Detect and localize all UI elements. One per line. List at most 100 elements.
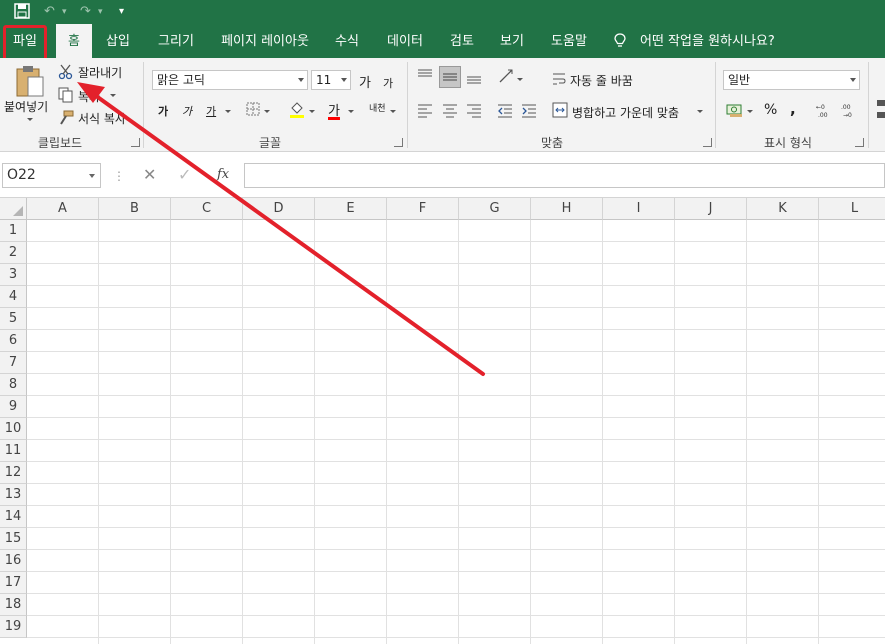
tell-me-search[interactable]: 어떤 작업을 원하시나요? bbox=[640, 24, 780, 58]
chevron-down-icon[interactable] bbox=[89, 174, 95, 178]
customize-qat-icon[interactable]: ▾ bbox=[119, 3, 124, 21]
row-header[interactable]: 4 bbox=[0, 286, 27, 308]
wrap-text-icon[interactable] bbox=[552, 71, 566, 93]
font-launcher-icon[interactable] bbox=[394, 138, 403, 147]
font-name-dropdown[interactable]: 맑은 고딕 bbox=[152, 70, 308, 90]
row-header[interactable]: 8 bbox=[0, 374, 27, 396]
orientation-icon[interactable] bbox=[498, 68, 514, 88]
column-header[interactable]: I bbox=[603, 198, 675, 220]
row-header[interactable]: 2 bbox=[0, 242, 27, 264]
tab-help[interactable]: 도움말 bbox=[543, 24, 595, 58]
select-all-button[interactable] bbox=[0, 198, 27, 220]
row-header[interactable]: 9 bbox=[0, 396, 27, 418]
check-icon[interactable]: ✓ bbox=[178, 167, 191, 183]
paste-icon[interactable] bbox=[14, 64, 44, 102]
column-header[interactable]: B bbox=[99, 198, 171, 220]
row-header[interactable]: 11 bbox=[0, 440, 27, 462]
row-header[interactable]: 10 bbox=[0, 418, 27, 440]
currency-dropdown-icon[interactable] bbox=[747, 110, 753, 113]
row-header[interactable]: 5 bbox=[0, 308, 27, 330]
row-header[interactable]: 12 bbox=[0, 462, 27, 484]
row-header[interactable]: 14 bbox=[0, 506, 27, 528]
column-header[interactable]: A bbox=[27, 198, 99, 220]
column-header[interactable]: G bbox=[459, 198, 531, 220]
column-header[interactable]: K bbox=[747, 198, 819, 220]
column-header[interactable]: F bbox=[387, 198, 459, 220]
save-icon[interactable] bbox=[14, 3, 30, 21]
column-header[interactable]: L bbox=[819, 198, 885, 220]
phonetic-button[interactable]: 내천 bbox=[369, 101, 386, 114]
row-header[interactable]: 3 bbox=[0, 264, 27, 286]
row-header[interactable]: 18 bbox=[0, 594, 27, 616]
tab-review[interactable]: 검토 bbox=[443, 24, 481, 58]
column-header[interactable]: E bbox=[315, 198, 387, 220]
row-header[interactable]: 1 bbox=[0, 220, 27, 242]
column-header[interactable]: D bbox=[243, 198, 315, 220]
paste-label[interactable]: 붙여넣기 bbox=[4, 98, 48, 115]
fill-color-icon[interactable] bbox=[289, 100, 305, 122]
row-header[interactable]: 19 bbox=[0, 616, 27, 638]
align-right-icon[interactable] bbox=[466, 102, 482, 122]
alignment-launcher-icon[interactable] bbox=[703, 138, 712, 147]
redo-dropdown-icon[interactable]: ▾ bbox=[98, 3, 103, 21]
paste-dropdown-icon[interactable] bbox=[27, 118, 33, 121]
format-painter-icon[interactable] bbox=[58, 110, 74, 130]
tab-page-layout[interactable]: 페이지 레이아웃 bbox=[214, 24, 316, 58]
comma-button[interactable]: , bbox=[790, 100, 796, 118]
row-header[interactable]: 16 bbox=[0, 550, 27, 572]
align-top-icon[interactable] bbox=[417, 68, 433, 88]
decrease-indent-icon[interactable] bbox=[497, 102, 513, 122]
column-header[interactable]: H bbox=[531, 198, 603, 220]
row-header[interactable]: 6 bbox=[0, 330, 27, 352]
phonetic-dropdown-icon[interactable] bbox=[390, 110, 396, 113]
number-launcher-icon[interactable] bbox=[855, 138, 864, 147]
name-box[interactable]: O22 bbox=[2, 163, 101, 188]
border-dropdown-icon[interactable] bbox=[264, 110, 270, 113]
column-header[interactable]: J bbox=[675, 198, 747, 220]
tab-data[interactable]: 데이터 bbox=[379, 24, 431, 58]
styles-group-partial[interactable] bbox=[877, 98, 885, 128]
increase-decimal-icon[interactable]: ←0.00 bbox=[815, 102, 833, 122]
align-middle-icon[interactable] bbox=[439, 66, 461, 88]
tab-insert[interactable]: 삽입 bbox=[98, 24, 138, 58]
copy-icon[interactable] bbox=[58, 87, 74, 107]
copy-dropdown-icon[interactable] bbox=[110, 94, 116, 97]
font-color-dropdown-icon[interactable] bbox=[348, 110, 354, 113]
grow-font-button[interactable]: 가 bbox=[359, 72, 371, 91]
row-header[interactable]: 13 bbox=[0, 484, 27, 506]
align-left-icon[interactable] bbox=[417, 102, 433, 122]
row-header[interactable]: 7 bbox=[0, 352, 27, 374]
formula-input[interactable] bbox=[244, 163, 885, 188]
copy-label[interactable]: 복사 bbox=[78, 88, 100, 105]
increase-indent-icon[interactable] bbox=[521, 102, 537, 122]
tab-home[interactable]: 홈 bbox=[56, 24, 92, 58]
row-header[interactable]: 17 bbox=[0, 572, 27, 594]
merge-center-button[interactable]: 병합하고 가운데 맞춤 bbox=[572, 104, 679, 121]
decrease-decimal-icon[interactable]: .00 →0 bbox=[840, 102, 858, 122]
cancel-icon[interactable]: ✕ bbox=[143, 167, 156, 183]
tab-draw[interactable]: 그리기 bbox=[150, 24, 202, 58]
insert-function-button[interactable]: fx bbox=[217, 167, 229, 182]
scissors-icon[interactable] bbox=[58, 64, 74, 84]
orientation-dropdown-icon[interactable] bbox=[517, 78, 523, 81]
tab-formulas[interactable]: 수식 bbox=[327, 24, 367, 58]
redo-icon[interactable]: ↷ bbox=[80, 3, 91, 21]
underline-button[interactable]: 가 bbox=[206, 103, 216, 119]
merge-center-icon[interactable] bbox=[552, 102, 568, 122]
merge-dropdown-icon[interactable] bbox=[697, 110, 703, 113]
fill-color-dropdown-icon[interactable] bbox=[309, 110, 315, 113]
cut-label[interactable]: 잘라내기 bbox=[78, 64, 122, 81]
wrap-text-button[interactable]: 자동 줄 바꿈 bbox=[570, 72, 633, 89]
border-icon[interactable] bbox=[246, 102, 260, 120]
format-painter-label[interactable]: 서식 복사 bbox=[78, 110, 126, 127]
font-size-dropdown[interactable]: 11 bbox=[311, 70, 351, 90]
font-color-button[interactable]: 가 bbox=[328, 100, 340, 119]
clipboard-launcher-icon[interactable] bbox=[131, 138, 140, 147]
column-header[interactable]: C bbox=[171, 198, 243, 220]
align-bottom-icon[interactable] bbox=[466, 68, 482, 88]
underline-dropdown-icon[interactable] bbox=[225, 110, 231, 113]
undo-dropdown-icon[interactable]: ▾ bbox=[62, 3, 67, 21]
number-format-dropdown[interactable]: 일반 bbox=[723, 70, 860, 90]
bold-button[interactable]: 가 bbox=[158, 103, 168, 119]
row-header[interactable]: 15 bbox=[0, 528, 27, 550]
